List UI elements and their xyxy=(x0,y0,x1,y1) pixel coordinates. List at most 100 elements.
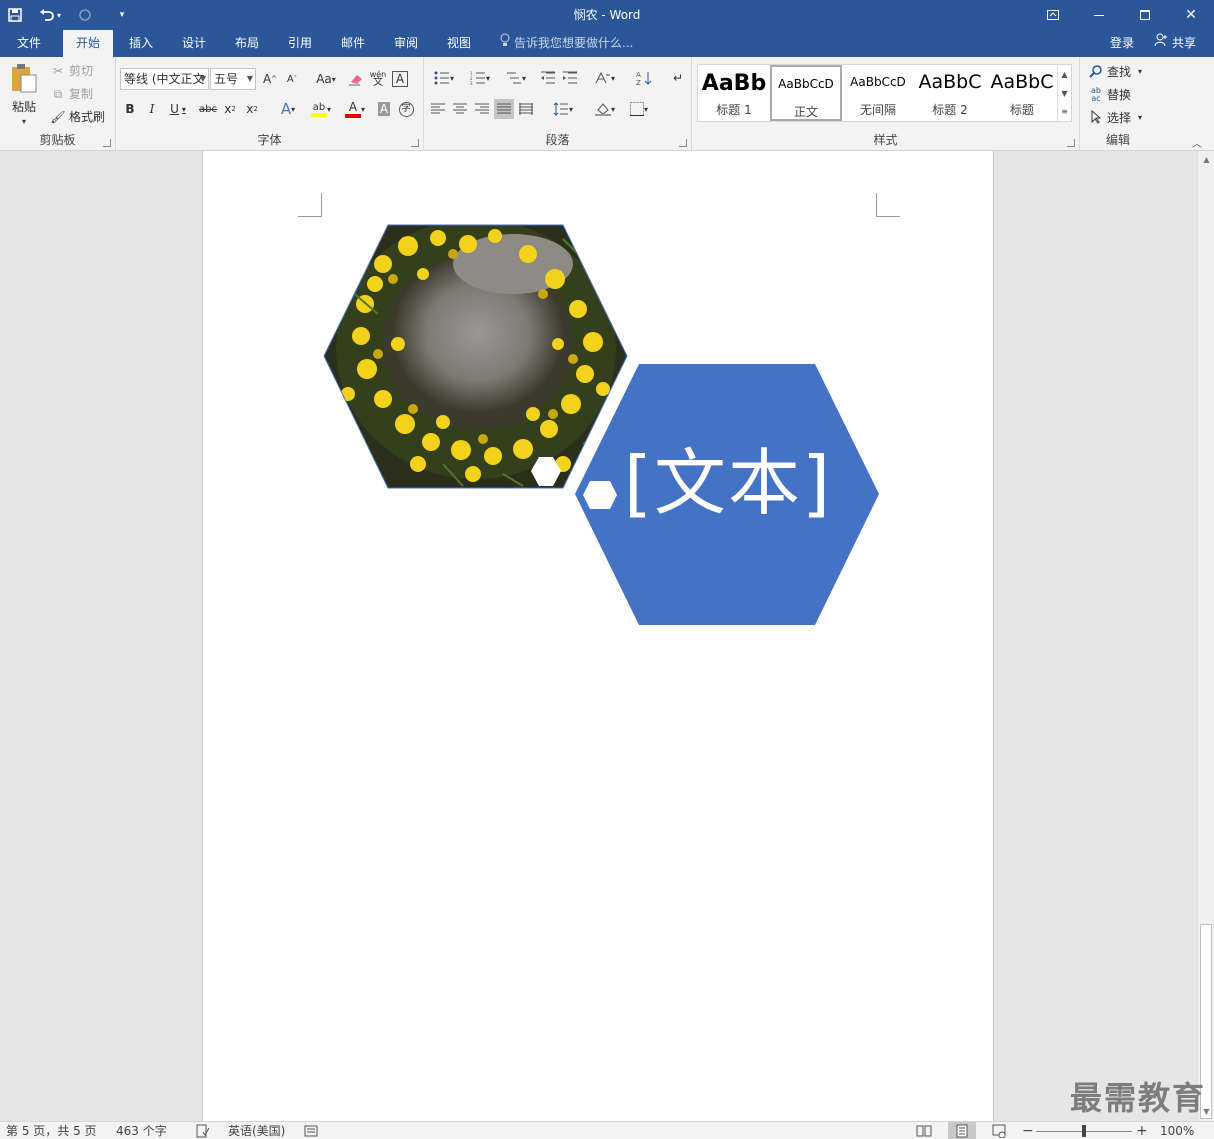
styles-launcher-icon[interactable] xyxy=(1067,139,1075,147)
sort-icon[interactable]: AZ xyxy=(634,68,654,88)
macro-recording-icon[interactable] xyxy=(304,1122,318,1139)
find-button[interactable]: 查找 ▾ xyxy=(1088,63,1142,80)
share-button[interactable]: 共享 xyxy=(1154,30,1196,57)
tell-me-text: 告诉我您想要做什么... xyxy=(514,36,634,50)
paste-button[interactable]: 粘贴 ▾ xyxy=(10,63,38,126)
increase-indent-icon[interactable] xyxy=(560,68,580,88)
style-normal[interactable]: AaBbCcD 正文 xyxy=(770,65,842,121)
svg-text:3: 3 xyxy=(470,81,473,85)
zoom-out-button[interactable]: − xyxy=(1022,1122,1034,1139)
align-left-icon[interactable] xyxy=(428,99,448,119)
superscript-button[interactable]: x2 xyxy=(242,99,262,119)
tab-review[interactable]: 审阅 xyxy=(381,30,431,57)
customize-qat-icon[interactable]: ▾ xyxy=(100,0,144,30)
paragraph-launcher-icon[interactable] xyxy=(679,139,687,147)
numbering-icon[interactable]: 1 2 3 ▾ xyxy=(464,68,496,88)
italic-button[interactable]: I xyxy=(142,99,162,119)
bullets-icon[interactable]: ▾ xyxy=(428,68,460,88)
show-marks-icon[interactable]: ↵ xyxy=(668,68,688,88)
language-status[interactable]: 英语(美国) xyxy=(228,1122,285,1139)
shape-text[interactable]: [文本] xyxy=(618,433,838,533)
replace-icon: ab ac xyxy=(1091,85,1101,103)
subscript-button[interactable]: x2 xyxy=(220,99,240,119)
justify-icon[interactable] xyxy=(494,99,514,119)
close-icon[interactable]: ✕ xyxy=(1168,0,1214,30)
vertical-scrollbar[interactable]: ▲ ▼ xyxy=(1197,151,1214,1121)
styles-label: 样式 xyxy=(873,133,898,147)
cut-button[interactable]: ✂ 剪切 xyxy=(50,62,93,79)
highlight-button[interactable]: ab ▾ xyxy=(306,99,336,119)
line-spacing-icon[interactable]: ▾ xyxy=(548,99,578,119)
font-color-button[interactable]: A ▾ xyxy=(340,99,370,119)
font-size-combo[interactable]: 五号 ▼ xyxy=(210,68,256,90)
char-border-icon[interactable]: A xyxy=(392,71,408,87)
chinese-layout-icon[interactable]: ▾ xyxy=(590,68,620,88)
style-heading1[interactable]: AaBb 标题 1 xyxy=(698,65,770,121)
strikethrough-button[interactable]: abc xyxy=(198,99,218,119)
ribbon: 粘贴 ▾ ✂ 剪切 ⧉ 复制 🖌 格式刷 剪贴板 等线 (中文正文 ▼ 五号 ▼ A… xyxy=(0,57,1214,151)
copy-button[interactable]: ⧉ 复制 xyxy=(50,85,93,102)
zoom-slider[interactable] xyxy=(1036,1122,1132,1139)
style-no-spacing[interactable]: AaBbCcD 无间隔 xyxy=(842,65,914,121)
zoom-slider-thumb[interactable] xyxy=(1082,1125,1086,1137)
align-right-icon[interactable] xyxy=(472,99,492,119)
grow-font-icon[interactable]: A ^ xyxy=(260,69,280,89)
word-count[interactable]: 463 个字 xyxy=(116,1122,167,1139)
select-button[interactable]: 选择 ▾ xyxy=(1088,109,1142,126)
watermark-text: 最需教育 xyxy=(1069,1079,1206,1117)
styles-group: AaBb 标题 1 AaBbCcD 正文 AaBbCcD 无间隔 AaBbC 标… xyxy=(692,57,1080,151)
proofing-icon[interactable] xyxy=(196,1122,210,1139)
tab-file[interactable]: 文件 xyxy=(4,30,54,57)
save-icon[interactable] xyxy=(0,0,30,30)
undo-icon[interactable]: ▾ xyxy=(30,0,70,30)
underline-button[interactable]: U ▾ xyxy=(164,99,192,119)
style-title[interactable]: AaBbC 标题 xyxy=(986,65,1058,121)
replace-button[interactable]: ab ac 替换 xyxy=(1088,86,1131,103)
tell-me-box[interactable]: 告诉我您想要做什么... xyxy=(500,30,633,57)
print-layout-icon[interactable] xyxy=(948,1122,976,1139)
login-link[interactable]: 登录 xyxy=(1110,30,1134,57)
tab-design[interactable]: 设计 xyxy=(169,30,219,57)
borders-icon[interactable]: ▾ xyxy=(624,99,654,119)
document-page[interactable]: [文本] xyxy=(202,151,994,1121)
title-bar: ▾ ▾ 悯农 - Word ✕ xyxy=(0,0,1214,30)
change-case-icon[interactable]: Aa ▾ xyxy=(312,69,340,89)
tab-mailings[interactable]: 邮件 xyxy=(328,30,378,57)
maximize-icon[interactable] xyxy=(1122,0,1168,30)
phonetic-guide-icon[interactable]: wén 文 xyxy=(368,69,388,89)
redo-icon[interactable] xyxy=(70,0,100,30)
read-mode-icon[interactable] xyxy=(916,1122,932,1139)
font-name-combo[interactable]: 等线 (中文正文 ▼ xyxy=(120,68,209,90)
clipboard-launcher-icon[interactable] xyxy=(103,139,111,147)
page-count[interactable]: 第 5 页，共 5 页 xyxy=(6,1122,97,1139)
multilevel-list-icon[interactable]: ▾ xyxy=(500,68,532,88)
scroll-up-icon[interactable]: ▲ xyxy=(1198,153,1214,167)
font-launcher-icon[interactable] xyxy=(411,139,419,147)
text-effects-button[interactable]: A ▾ xyxy=(274,99,302,119)
tab-layout[interactable]: 布局 xyxy=(222,30,272,57)
shrink-font-icon[interactable]: Aˇ xyxy=(282,69,302,89)
tab-view[interactable]: 视图 xyxy=(434,30,484,57)
minimize-icon[interactable] xyxy=(1076,0,1122,30)
style-heading2[interactable]: AaBbC 标题 2 xyxy=(914,65,986,121)
char-shading-button[interactable]: A xyxy=(374,99,394,119)
align-center-icon[interactable] xyxy=(450,99,470,119)
distributed-icon[interactable] xyxy=(516,99,536,119)
collapse-ribbon-icon[interactable]: ︿ xyxy=(1192,135,1202,150)
format-painter-button[interactable]: 🖌 格式刷 xyxy=(50,108,105,125)
bold-button[interactable]: B xyxy=(120,99,140,119)
decrease-indent-icon[interactable] xyxy=(538,68,558,88)
enclose-char-button[interactable]: 字 xyxy=(396,99,416,119)
tab-home[interactable]: 开始 xyxy=(63,30,113,57)
zoom-level[interactable]: 100% xyxy=(1160,1122,1194,1139)
shading-icon[interactable]: ▾ xyxy=(590,99,620,119)
tab-insert[interactable]: 插入 xyxy=(116,30,166,57)
clear-format-icon[interactable] xyxy=(346,69,366,89)
web-layout-icon[interactable] xyxy=(992,1122,1006,1139)
gallery-scroll-icon[interactable]: ▲ ▼ ≡ xyxy=(1057,65,1071,121)
svg-text:Z: Z xyxy=(636,79,641,86)
tab-references[interactable]: 引用 xyxy=(275,30,325,57)
zoom-in-button[interactable]: + xyxy=(1136,1122,1148,1139)
crop-mark-top-left xyxy=(298,193,322,217)
ribbon-display-options-icon[interactable] xyxy=(1030,0,1076,30)
